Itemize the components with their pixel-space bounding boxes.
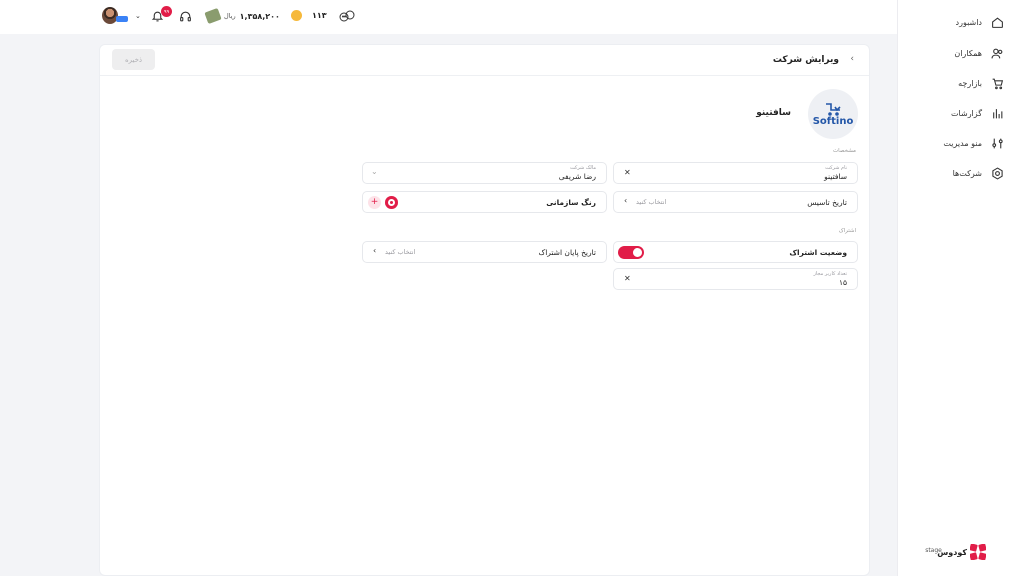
brand-logo: stage کودوس [925, 544, 986, 560]
sidebar-item-label: گزارشات [951, 108, 982, 118]
top-bar: ۱۱۳ ریال ۱,۳۵۸,۲۰۰ ۹۹ ⌄ [0, 0, 897, 34]
brand-mark-icon [970, 544, 986, 560]
company-name-heading: سافتینو [756, 108, 791, 118]
edit-company-card: ذخیره ویرایش شرکت ‹ Softino سافتینو مشخص… [99, 44, 870, 576]
notifications-button[interactable]: ۹۹ [151, 6, 172, 23]
sidebar-item-dashboard[interactable]: داشبورد [956, 12, 1004, 32]
sidebar-item-label: منو مدیریت [943, 138, 982, 148]
field-placeholder: انتخاب کنید [636, 198, 667, 206]
field-label: تعداد کاربر مجاز [813, 271, 847, 277]
headset-icon [180, 11, 191, 22]
save-button[interactable]: ذخیره [112, 49, 155, 70]
color-swatch[interactable] [385, 196, 398, 209]
field-title: وضعیت اشتراک [789, 248, 847, 257]
coins-value: ۱۱۳ [312, 11, 327, 20]
clear-icon[interactable]: ✕ [624, 168, 631, 177]
subscription-status-field: وضعیت اشتراک [613, 241, 858, 263]
page-title: ویرایش شرکت [772, 55, 839, 65]
logo-text: Softino [812, 115, 854, 127]
sidebar: داشبورد همکاران بازارچه گزارشات منو مدیر… [897, 0, 1024, 576]
notification-badge: ۹۹ [161, 6, 172, 17]
sidebar-item-companies[interactable]: شرکت‌ها [953, 163, 1004, 183]
chevron-down-icon: ⌄ [135, 11, 141, 20]
users-icon [991, 48, 1003, 58]
field-title: رنگ سازمانی [546, 198, 596, 207]
emoji-icon [339, 10, 355, 22]
field-value: رضا شریفی [558, 172, 596, 181]
chart-icon [993, 108, 1003, 118]
currency-label: ریال [224, 12, 236, 20]
owner-select[interactable]: مالک شرکت رضا شریفی ⌄ [362, 162, 607, 184]
sidebar-item-label: همکاران [954, 48, 982, 58]
founded-date-picker[interactable]: تاریخ تاسیس انتخاب کنید ‹ [613, 191, 858, 213]
profile-menu[interactable]: ⌄ [102, 7, 141, 24]
subscription-end-date-picker[interactable]: تاریخ پایان اشتراک انتخاب کنید ‹ [362, 241, 607, 263]
support-button[interactable] [179, 10, 192, 23]
card-header: ذخیره ویرایش شرکت ‹ [100, 45, 869, 76]
sliders-icon [992, 138, 1003, 148]
field-value: سافتینو [824, 172, 847, 181]
user-limit-field[interactable]: تعداد کاربر مجاز ۱۵ ✕ [613, 268, 858, 290]
sidebar-item-colleagues[interactable]: همکاران [954, 43, 1004, 63]
coin-icon [291, 10, 302, 21]
field-title: تاریخ تاسیس [807, 198, 847, 207]
section-details-label: مشخصات [832, 148, 856, 154]
sidebar-item-marketplace[interactable]: بازارچه [958, 73, 1004, 93]
avatar [102, 7, 118, 24]
settings-icon [992, 166, 1003, 180]
clear-icon[interactable]: ✕ [624, 274, 631, 283]
money-icon [204, 7, 222, 25]
wallet-display[interactable]: ریال ۱,۳۵۸,۲۰۰ [204, 7, 280, 25]
profile-badge [116, 15, 128, 22]
balance-value: ۱,۳۵۸,۲۰۰ [239, 11, 280, 21]
back-chevron-icon[interactable]: ‹ [850, 54, 854, 64]
chevron-left-icon: ‹ [624, 196, 628, 205]
brand-tag: stage [925, 547, 942, 554]
field-label: مالک شرکت [569, 165, 596, 171]
field-value: ۱۵ [838, 278, 847, 287]
sidebar-item-label: داشبورد [955, 17, 982, 27]
field-label: نام شرکت [825, 165, 847, 171]
sidebar-item-label: بازارچه [958, 78, 982, 88]
home-icon [992, 16, 1003, 28]
subscription-toggle[interactable] [618, 246, 644, 259]
section-subscription-label: اشتراک [838, 228, 856, 234]
emoji-menu[interactable] [339, 10, 355, 22]
sidebar-item-label: شرکت‌ها [952, 168, 982, 178]
cart-icon [992, 78, 1004, 89]
logo-mark-icon [826, 102, 841, 116]
chevron-down-icon: ⌄ [371, 167, 378, 176]
coins-display: ۱۱۳ [291, 10, 327, 21]
add-color-icon[interactable]: + [368, 196, 381, 209]
brand-color-field[interactable]: رنگ سازمانی + [362, 191, 607, 213]
chevron-left-icon: ‹ [373, 246, 377, 255]
company-logo[interactable]: Softino [808, 89, 858, 139]
field-title: تاریخ پایان اشتراک [538, 248, 596, 257]
sidebar-item-management-menu[interactable]: منو مدیریت [943, 133, 1004, 153]
company-name-field[interactable]: نام شرکت سافتینو ✕ [613, 162, 858, 184]
sidebar-item-reports[interactable]: گزارشات [951, 103, 1004, 123]
field-placeholder: انتخاب کنید [385, 248, 416, 256]
